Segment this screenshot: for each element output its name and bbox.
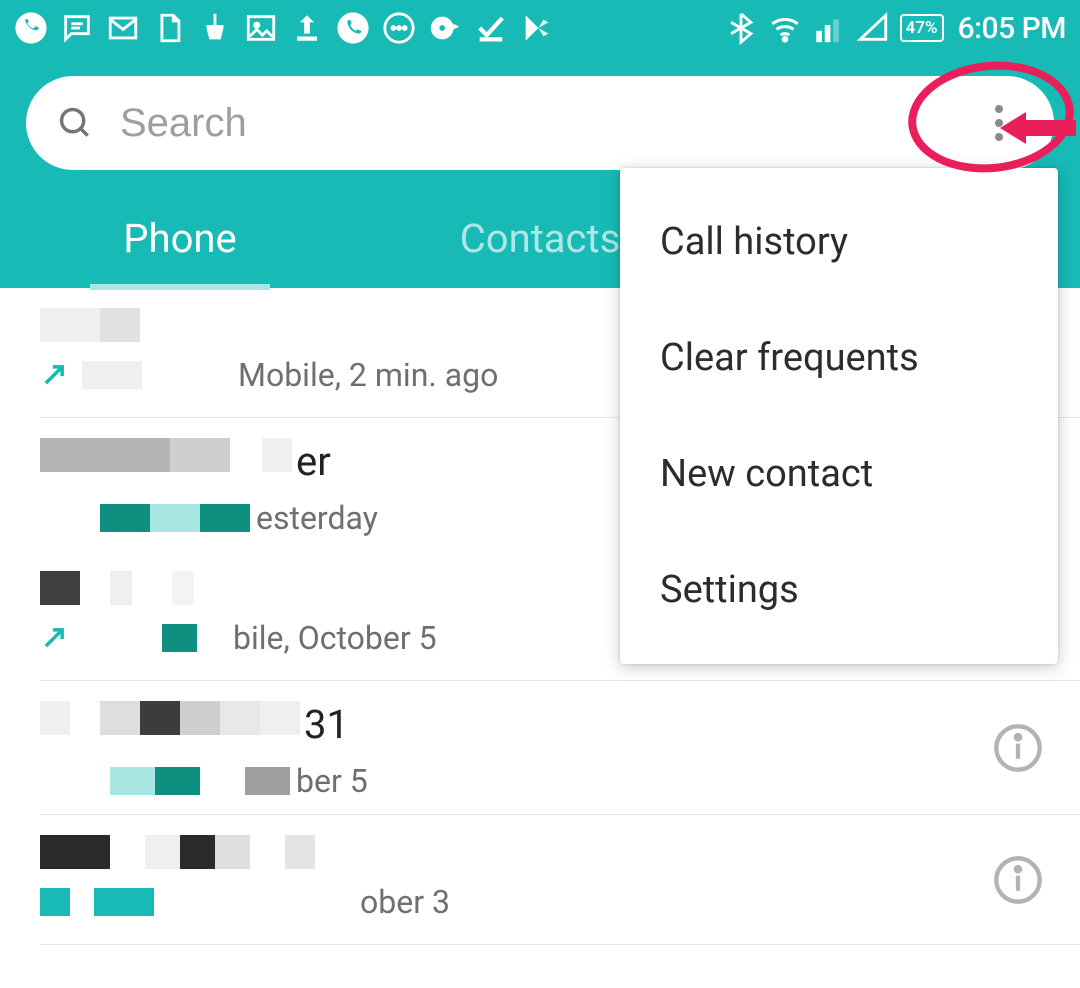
cleanup-icon (198, 11, 232, 45)
menu-clear-frequents[interactable]: Clear frequents (620, 300, 1058, 416)
info-button[interactable] (992, 722, 1044, 774)
more-button[interactable] (974, 98, 1024, 148)
outgoing-call-icon (40, 361, 68, 389)
menu-call-history[interactable]: Call history (620, 184, 1058, 300)
status-right: 47% 6:05 PM (724, 11, 1066, 46)
menu-settings[interactable]: Settings (620, 532, 1058, 648)
music-icon (428, 11, 462, 45)
status-bar: 47% 6:05 PM (0, 0, 1080, 56)
search-input[interactable] (120, 101, 974, 146)
play-store-icon (520, 11, 554, 45)
gmail-icon (106, 11, 140, 45)
dots-circle-icon (382, 11, 416, 45)
wifi-icon (768, 11, 802, 45)
call-row[interactable]: 31 ber 5 (40, 681, 1080, 815)
battery-icon: 47% (900, 14, 944, 42)
clock-text: 6:05 PM (958, 11, 1066, 46)
call-info-suffix: ber 5 (296, 762, 368, 800)
outgoing-call-icon (40, 624, 68, 652)
overflow-menu: Call history Clear frequents New contact… (620, 168, 1058, 664)
file-icon (152, 11, 186, 45)
whatsapp-icon (336, 11, 370, 45)
gallery-icon (244, 11, 278, 45)
search-bar[interactable] (26, 76, 1054, 170)
call-row[interactable]: ober 3 (40, 815, 1080, 945)
bluetooth-icon (724, 11, 758, 45)
message-icon (60, 11, 94, 45)
call-info-suffix: esterday (256, 499, 378, 537)
search-icon (56, 104, 94, 142)
call-info-suffix: Mobile, 2 min. ago (238, 356, 498, 394)
call-info-suffix: bile, October 5 (233, 619, 437, 657)
upload-icon (290, 11, 324, 45)
info-button[interactable] (992, 854, 1044, 906)
call-name-suffix: 31 (304, 701, 349, 748)
menu-new-contact[interactable]: New contact (620, 416, 1058, 532)
signal2-icon (856, 11, 890, 45)
battery-text: 47% (906, 18, 938, 38)
signal1-icon (812, 11, 846, 45)
call-name-suffix: er (296, 438, 331, 485)
tab-phone[interactable]: Phone (0, 188, 360, 288)
call-info-suffix: ober 3 (360, 883, 450, 921)
status-left (14, 11, 554, 45)
phone-circle-icon (14, 11, 48, 45)
check-icon (474, 11, 508, 45)
